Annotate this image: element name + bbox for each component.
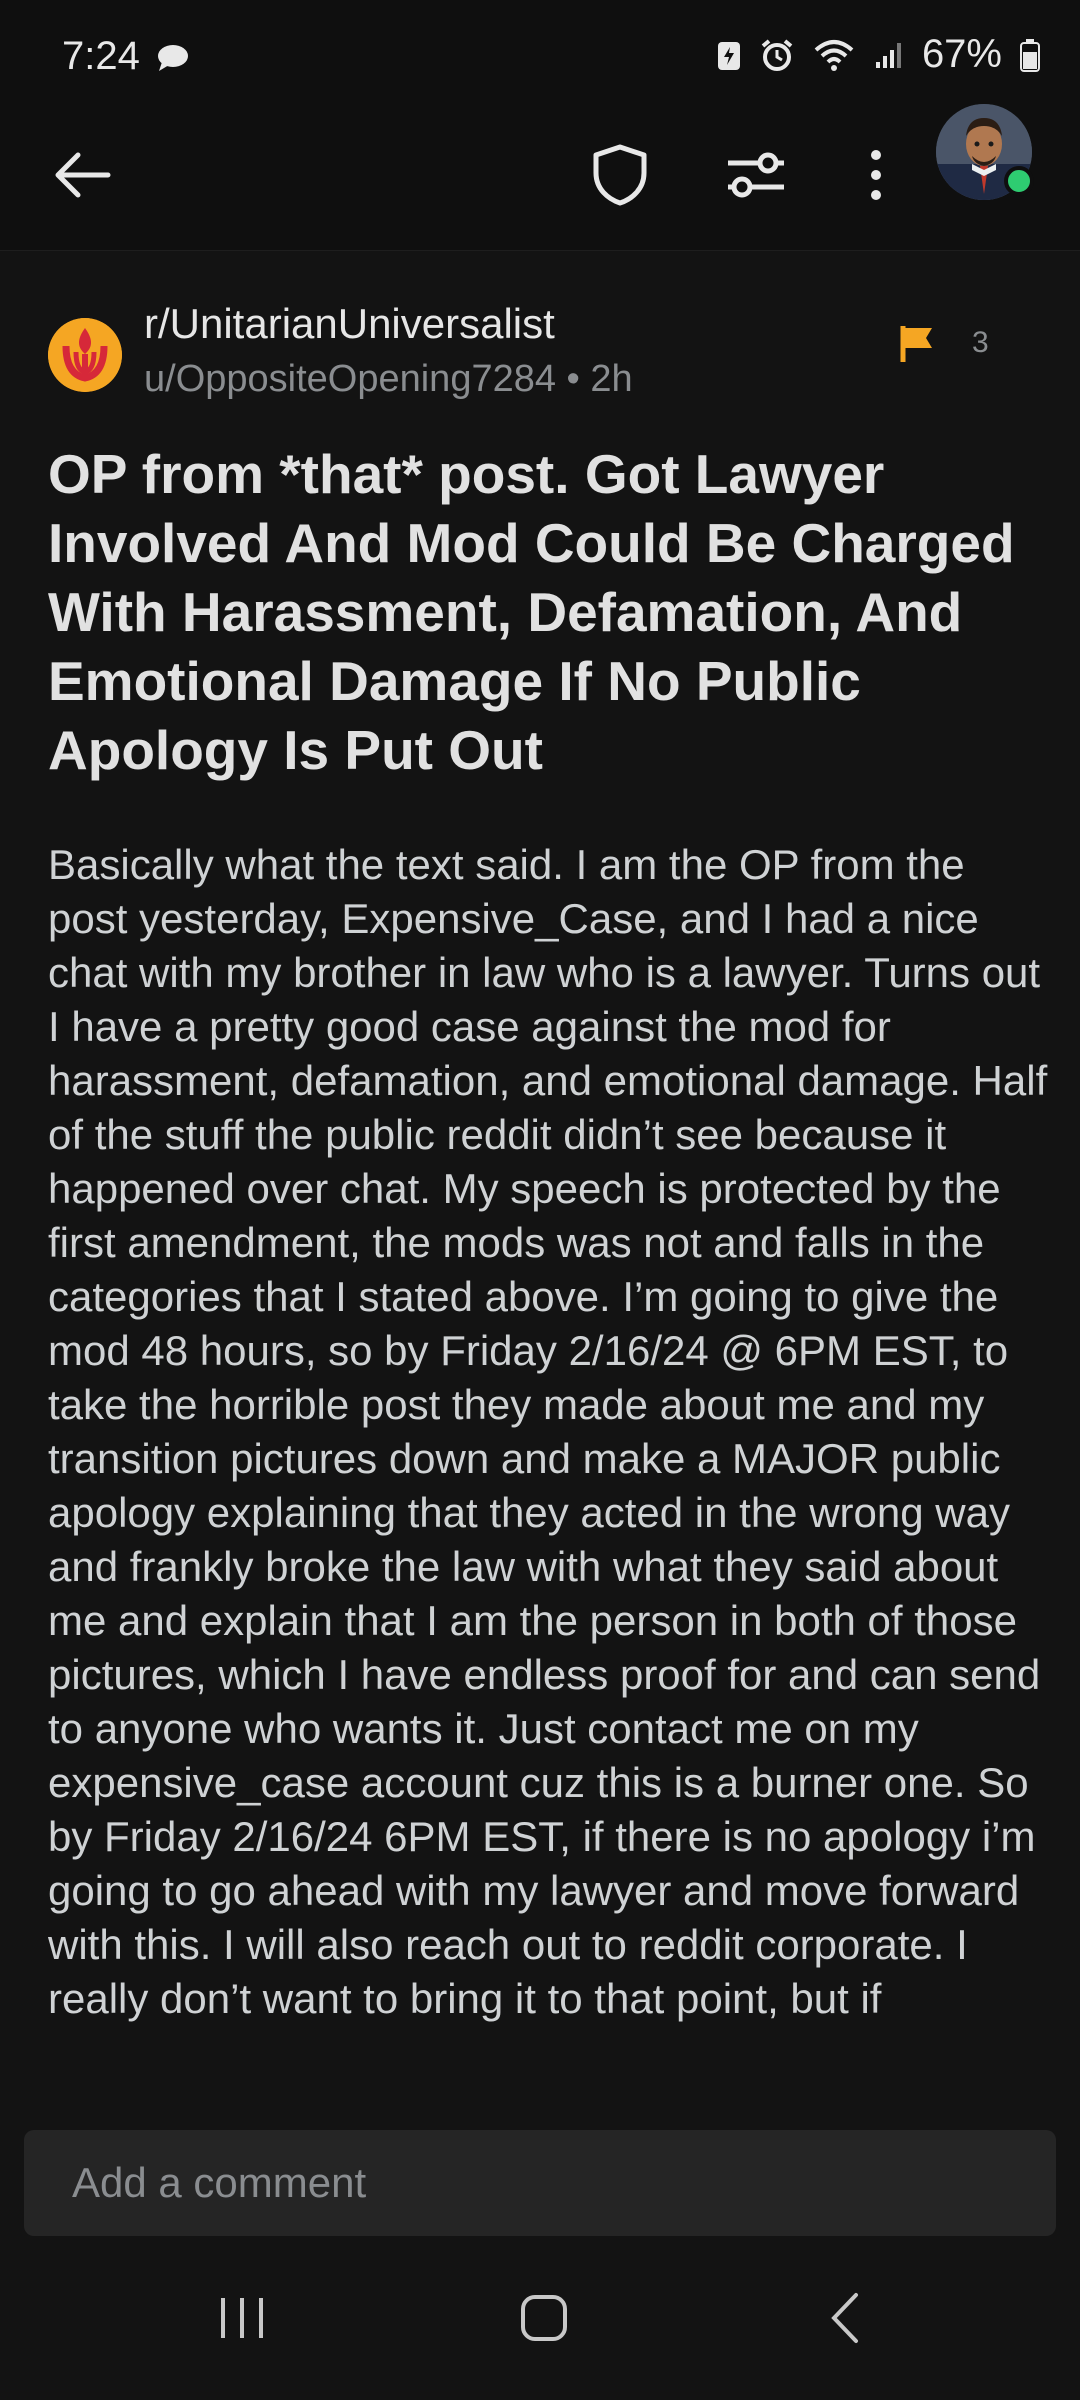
recent-apps-icon[interactable]	[182, 2278, 302, 2358]
user-avatar[interactable]	[936, 104, 1034, 200]
shield-icon[interactable]	[580, 135, 660, 215]
flag-icon[interactable]	[898, 324, 938, 364]
post-title: OP from *that* post. Got Lawyer Involved…	[48, 443, 1015, 781]
post-author-time[interactable]: u/OppositeOpening7284 • 2h	[144, 358, 633, 401]
system-nav-bar	[0, 2236, 1080, 2400]
battery-percent: 67%	[921, 32, 1002, 76]
status-time: 7:24	[62, 34, 140, 78]
app-bar	[0, 100, 1080, 251]
subreddit-icon[interactable]	[48, 318, 122, 392]
filter-sliders-icon[interactable]	[716, 135, 796, 215]
back-arrow-icon[interactable]	[42, 135, 122, 215]
system-back-icon[interactable]	[786, 2278, 906, 2358]
comment-box[interactable]	[24, 2130, 1056, 2236]
subreddit-name[interactable]: r/UnitarianUniversalist	[144, 300, 555, 348]
comment-input[interactable]	[24, 2130, 1056, 2236]
chat-notification-icon	[156, 44, 190, 72]
battery-saver-icon	[716, 38, 742, 72]
signal-icon	[874, 40, 904, 70]
wifi-icon	[812, 38, 856, 72]
flag-count: 3	[972, 326, 989, 359]
post-header: r/UnitarianUniversalist u/OppositeOpenin…	[48, 300, 1038, 410]
more-vert-icon[interactable]	[836, 135, 916, 215]
post-body: Basically what the text said. I am the O…	[48, 841, 1048, 2022]
alarm-icon	[760, 38, 794, 72]
online-status-dot	[1004, 166, 1034, 196]
battery-icon	[1020, 38, 1040, 72]
home-icon[interactable]	[484, 2278, 604, 2358]
